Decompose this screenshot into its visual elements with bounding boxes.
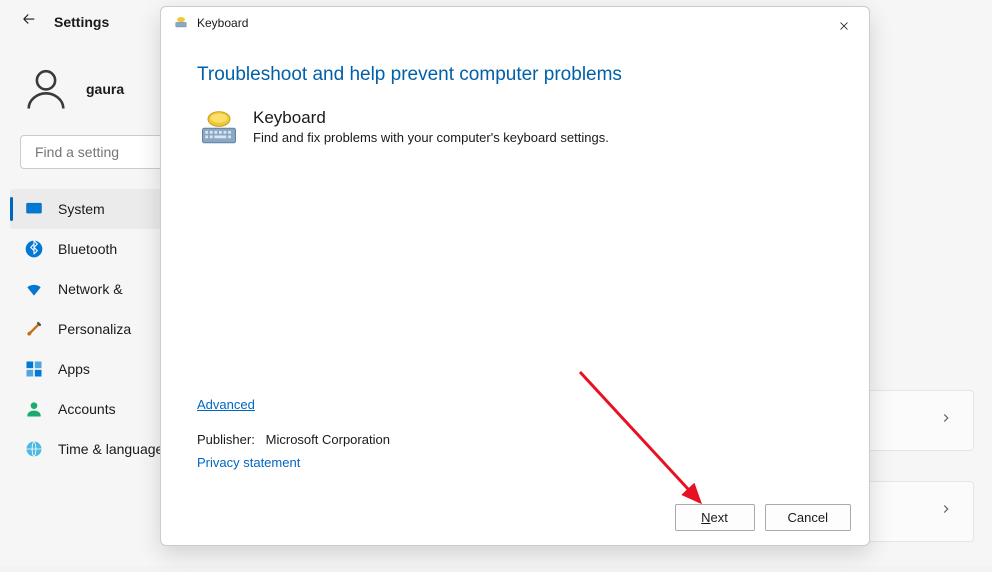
chevron-right-icon [939,502,953,521]
keyboard-icon [197,108,241,152]
settings-panel [864,390,974,572]
user-name: gaura [86,81,124,97]
publisher-value: Microsoft Corporation [266,432,390,447]
sidebar-item-label: Bluetooth [58,241,117,257]
arrow-left-icon [20,10,38,28]
keyboard-titlebar-icon [173,15,189,31]
chevron-right-icon [939,411,953,430]
sidebar-item-label: Accounts [58,401,116,417]
system-icon [24,199,44,219]
sidebar-item-label: Time & language [58,441,163,457]
next-label-rest: ext [711,510,728,525]
troubleshooter-dialog: Keyboard Troubleshoot and help prevent c… [160,6,870,546]
bluetooth-icon [24,239,44,259]
close-icon [837,19,851,33]
dialog-heading: Troubleshoot and help prevent computer p… [197,64,833,86]
back-button[interactable] [20,10,38,33]
sidebar-item-label: Personaliza [58,321,131,337]
next-button[interactable]: Next [675,504,755,531]
dialog-body: Troubleshoot and help prevent computer p… [161,39,869,490]
paintbrush-icon [24,319,44,339]
dialog-titlebar: Keyboard [161,7,869,39]
panel-row[interactable] [864,481,974,542]
cancel-button[interactable]: Cancel [765,504,851,531]
sidebar-item-label: Apps [58,361,90,377]
settings-title: Settings [54,14,109,30]
publisher-label: Publisher: [197,432,255,447]
globe-icon [24,439,44,459]
keyboard-section: Keyboard Find and fix problems with your… [197,108,833,152]
wifi-icon [24,279,44,299]
dialog-footer: Next Cancel [161,490,869,545]
sidebar-item-label: System [58,201,105,217]
accounts-icon [24,399,44,419]
section-description: Find and fix problems with your computer… [253,130,609,145]
apps-icon [24,359,44,379]
sidebar-item-label: Network & [58,281,123,297]
close-button[interactable] [829,15,859,42]
advanced-link[interactable]: Advanced [197,397,255,412]
dialog-title: Keyboard [197,16,248,30]
publisher-row: Publisher: Microsoft Corporation [197,432,833,447]
section-title: Keyboard [253,108,609,128]
user-avatar-icon [20,63,72,115]
keyboard-text: Keyboard Find and fix problems with your… [253,108,609,145]
privacy-link[interactable]: Privacy statement [197,455,833,470]
panel-row[interactable] [864,390,974,451]
